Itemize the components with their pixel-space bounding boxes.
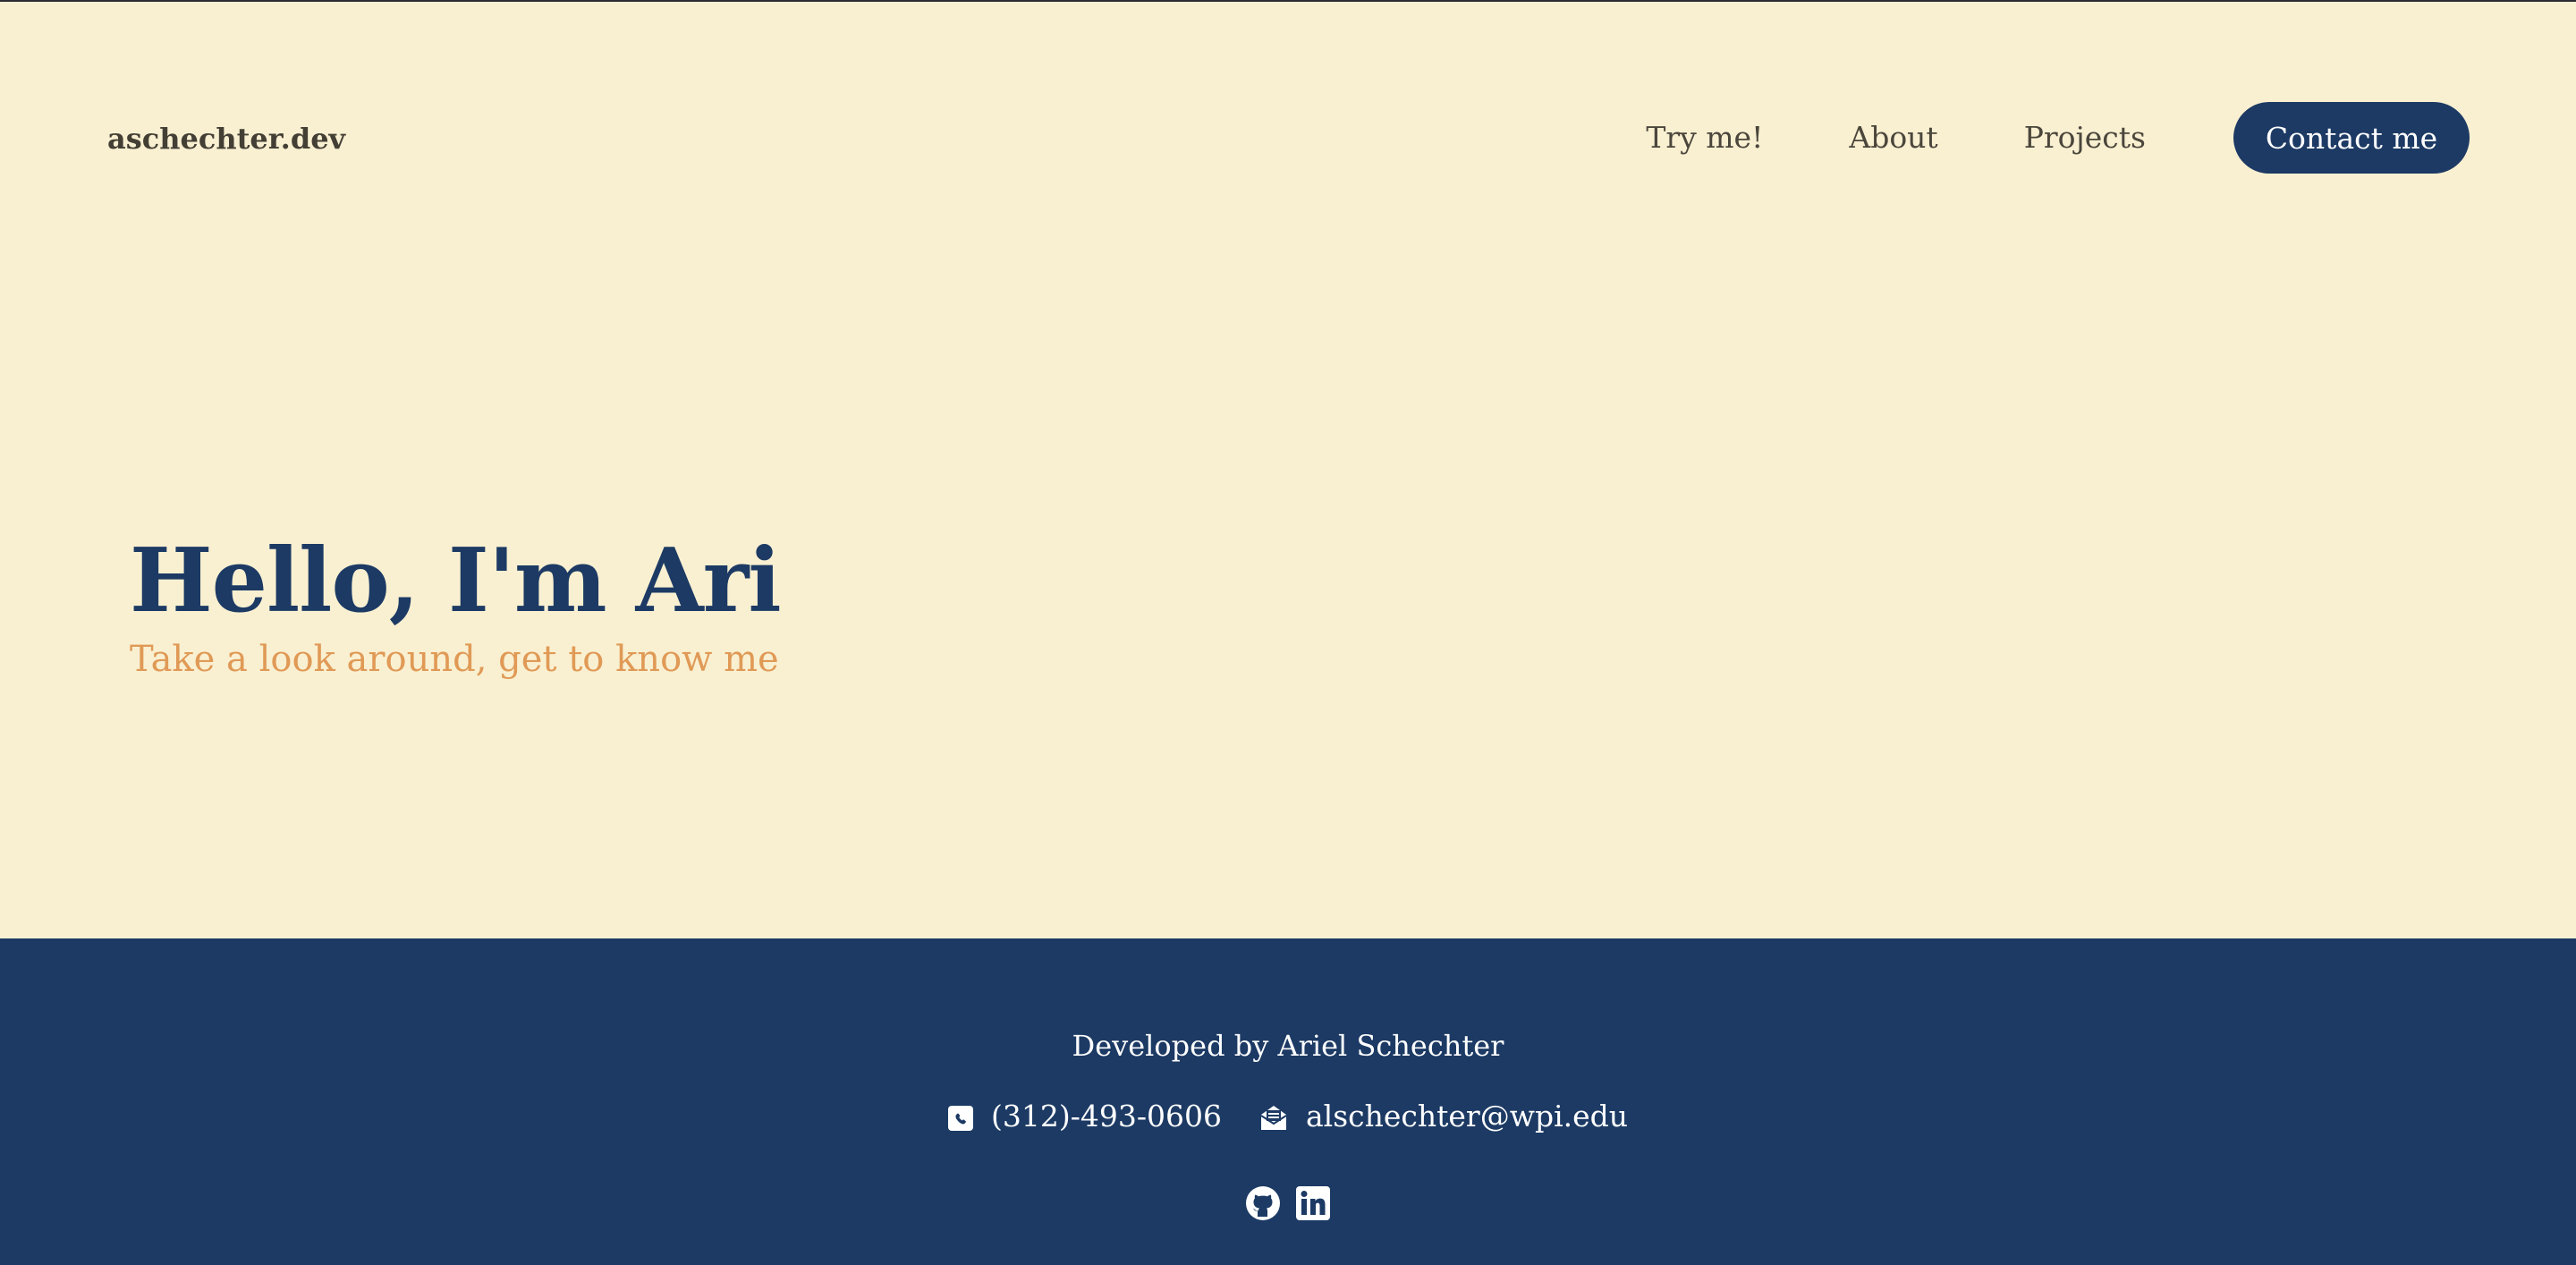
hero-subtitle: Take a look around, get to know me — [130, 639, 779, 680]
contact-me-button[interactable]: Contact me — [2233, 102, 2470, 174]
nav-link-about[interactable]: About — [1849, 120, 1937, 156]
email-address: alschechter@wpi.edu — [1305, 1099, 1629, 1133]
github-icon[interactable] — [1245, 1185, 1281, 1221]
phone-icon — [947, 1103, 973, 1131]
nav-link-try-me[interactable]: Try me! — [1646, 120, 1763, 156]
envelope-open-icon — [1259, 1103, 1288, 1130]
contact-row: (312)-493-0606 alschechter@wpi.edu — [0, 1098, 2576, 1135]
linkedin-icon[interactable] — [1295, 1185, 1331, 1221]
phone-number: (312)-493-0606 — [990, 1099, 1222, 1133]
site-logo[interactable]: aschechter.dev — [107, 121, 345, 157]
developer-credit: Developed by Ariel Schechter — [1072, 1029, 1504, 1063]
email-link[interactable]: alschechter@wpi.edu — [1259, 1098, 1628, 1135]
page: aschechter.dev Try me! About Projects Co… — [0, 2, 2576, 1265]
hero-title: Hello, I'm Ari — [130, 530, 782, 632]
main-nav: Try me! About Projects Contact me — [1646, 102, 2470, 174]
social-links — [0, 1185, 2576, 1221]
footer: Developed by Ariel Schechter (312)-493-0… — [0, 938, 2576, 1265]
nav-link-projects[interactable]: Projects — [2024, 120, 2146, 156]
phone-link[interactable]: (312)-493-0606 — [947, 1098, 1222, 1135]
